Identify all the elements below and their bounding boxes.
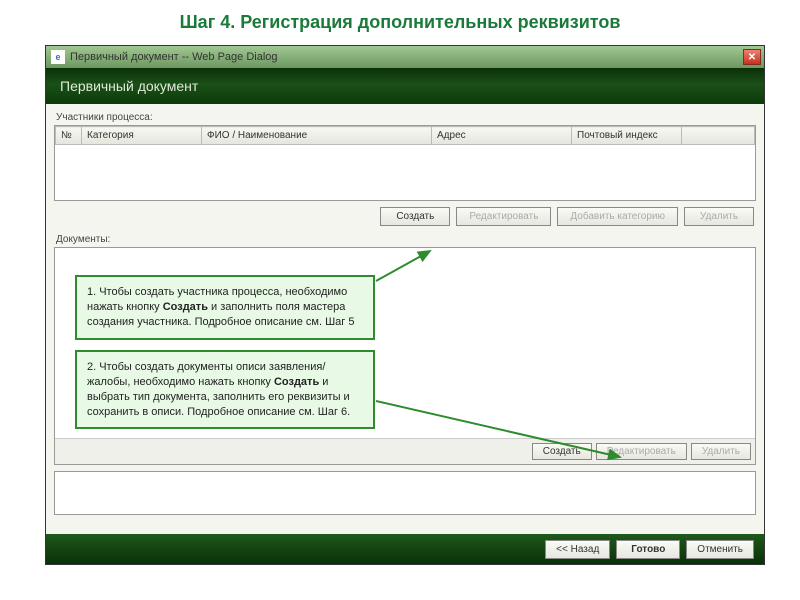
footer-area: [54, 471, 756, 515]
done-button[interactable]: Готово: [616, 540, 680, 559]
delete-document-button[interactable]: Удалить: [691, 443, 751, 460]
col-spacer: [682, 127, 755, 145]
add-category-button[interactable]: Добавить категорию: [557, 207, 678, 226]
documents-label: Документы:: [56, 234, 756, 245]
page-icon: e: [51, 50, 65, 64]
header-title: Первичный документ: [60, 78, 198, 94]
create-document-button[interactable]: Создать: [532, 443, 592, 460]
callout-2-bold: Создать: [274, 376, 319, 388]
callout-1: 1. Чтобы создать участника процесса, нео…: [75, 275, 375, 340]
titlebar-text: Первичный документ -- Web Page Dialog: [70, 51, 743, 63]
col-category[interactable]: Категория: [82, 127, 202, 145]
cancel-button[interactable]: Отменить: [686, 540, 754, 559]
bottom-bar: << Назад Готово Отменить: [46, 534, 764, 564]
page-heading: Шаг 4. Регистрация дополнительных реквиз…: [0, 0, 800, 41]
edit-participant-button[interactable]: Редактировать: [456, 207, 551, 226]
col-name[interactable]: ФИО / Наименование: [202, 127, 432, 145]
col-postal[interactable]: Почтовый индекс: [572, 127, 682, 145]
participants-table: № Категория ФИО / Наименование Адрес Поч…: [54, 125, 756, 201]
documents-toolbar: Создать Редактировать Удалить: [55, 438, 755, 464]
create-participant-button[interactable]: Создать: [380, 207, 450, 226]
close-icon[interactable]: ✕: [743, 49, 761, 65]
back-button[interactable]: << Назад: [545, 540, 610, 559]
col-num[interactable]: №: [56, 127, 82, 145]
participants-label: Участники процесса:: [56, 112, 756, 123]
callout-2: 2. Чтобы создать документы описи заявлен…: [75, 350, 375, 429]
participants-buttons: Создать Редактировать Добавить категорию…: [54, 201, 756, 232]
delete-participant-button[interactable]: Удалить: [684, 207, 754, 226]
callout-1-bold: Создать: [163, 301, 208, 313]
header-band: Первичный документ: [46, 68, 764, 104]
col-address[interactable]: Адрес: [432, 127, 572, 145]
titlebar: e Первичный документ -- Web Page Dialog …: [46, 46, 764, 68]
edit-document-button[interactable]: Редактировать: [596, 443, 687, 460]
